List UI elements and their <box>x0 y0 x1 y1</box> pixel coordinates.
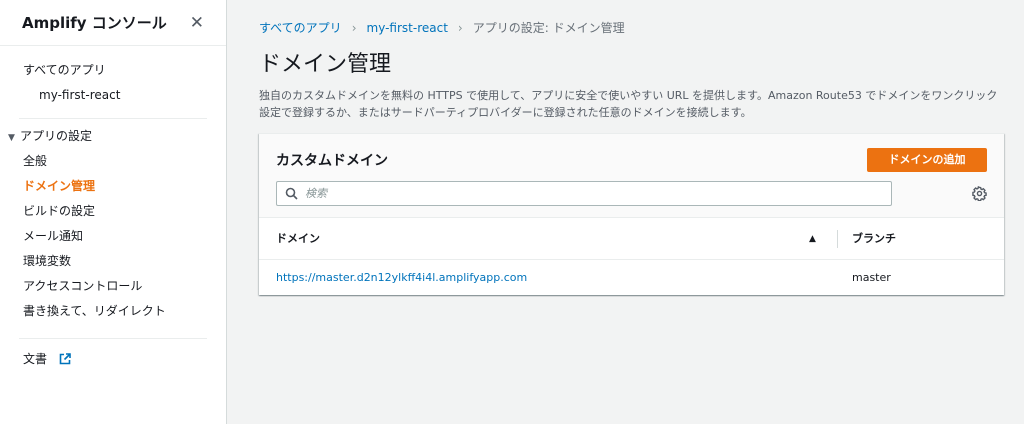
column-header-branch[interactable]: ブランチ <box>852 218 896 260</box>
close-icon[interactable]: ✕ <box>190 13 204 33</box>
table-header: ドメイン ▲ ブランチ <box>259 218 1004 260</box>
sidebar-item-access-control[interactable]: アクセスコントロール <box>0 274 226 299</box>
breadcrumb-all-apps[interactable]: すべてのアプリ <box>259 19 342 36</box>
sidebar: Amplify コンソール ✕ すべてのアプリ my-first-react ▼… <box>0 0 227 424</box>
panel-title: カスタムドメイン <box>276 153 388 169</box>
chevron-right-icon: › <box>457 20 463 35</box>
breadcrumb-app[interactable]: my-first-react <box>367 21 448 35</box>
sidebar-item-all-apps[interactable]: すべてのアプリ <box>0 58 226 83</box>
chevron-right-icon: › <box>351 20 357 35</box>
column-divider <box>837 230 838 248</box>
add-domain-button[interactable]: ドメインの追加 <box>867 148 987 172</box>
sort-ascending-icon[interactable]: ▲ <box>809 218 816 260</box>
search-field[interactable] <box>276 181 892 206</box>
page-title: ドメイン管理 <box>259 52 392 77</box>
gear-icon[interactable] <box>972 185 987 204</box>
domain-link[interactable]: https://master.d2n12ylkff4i4l.amplifyapp… <box>276 260 527 296</box>
search-icon <box>277 187 305 200</box>
sidebar-docs-label: 文書 <box>23 352 48 366</box>
sidebar-group-label: アプリの設定 <box>20 129 93 143</box>
column-header-domain[interactable]: ドメイン <box>276 218 320 260</box>
sidebar-item-domain-management[interactable]: ドメイン管理 <box>0 174 226 199</box>
sidebar-item-general[interactable]: 全般 <box>0 149 226 174</box>
sidebar-title: Amplify コンソール <box>22 14 167 32</box>
page-description: 独自のカスタムドメインを無料の HTTPS で使用して、アプリに安全で使いやすい… <box>259 89 998 119</box>
external-link-icon <box>59 349 71 374</box>
caret-down-icon: ▼ <box>8 133 15 143</box>
table-row: https://master.d2n12ylkff4i4l.amplifyapp… <box>259 260 1004 296</box>
sidebar-header: Amplify コンソール ✕ <box>0 0 226 46</box>
sidebar-group-app-settings[interactable]: ▼ アプリの設定 <box>0 124 226 149</box>
breadcrumb-current: アプリの設定: ドメイン管理 <box>472 21 625 35</box>
branch-name: master <box>852 271 891 284</box>
sidebar-item-rewrites-redirects[interactable]: 書き換えて、リダイレクト <box>0 299 226 324</box>
search-input[interactable] <box>305 182 891 205</box>
custom-domain-panel: カスタムドメイン ドメインの追加 ドメイン ▲ <box>259 133 1004 295</box>
sidebar-item-app[interactable]: my-first-react <box>0 83 226 108</box>
sidebar-item-docs[interactable]: 文書 <box>0 347 226 372</box>
panel-header: カスタムドメイン ドメインの追加 <box>259 134 1004 218</box>
sidebar-item-environment-variables[interactable]: 環境変数 <box>0 249 226 274</box>
sidebar-item-build-settings[interactable]: ビルドの設定 <box>0 199 226 224</box>
breadcrumb: すべてのアプリ › my-first-react › アプリの設定: ドメイン管… <box>259 19 625 36</box>
sidebar-item-email-notifications[interactable]: メール通知 <box>0 224 226 249</box>
